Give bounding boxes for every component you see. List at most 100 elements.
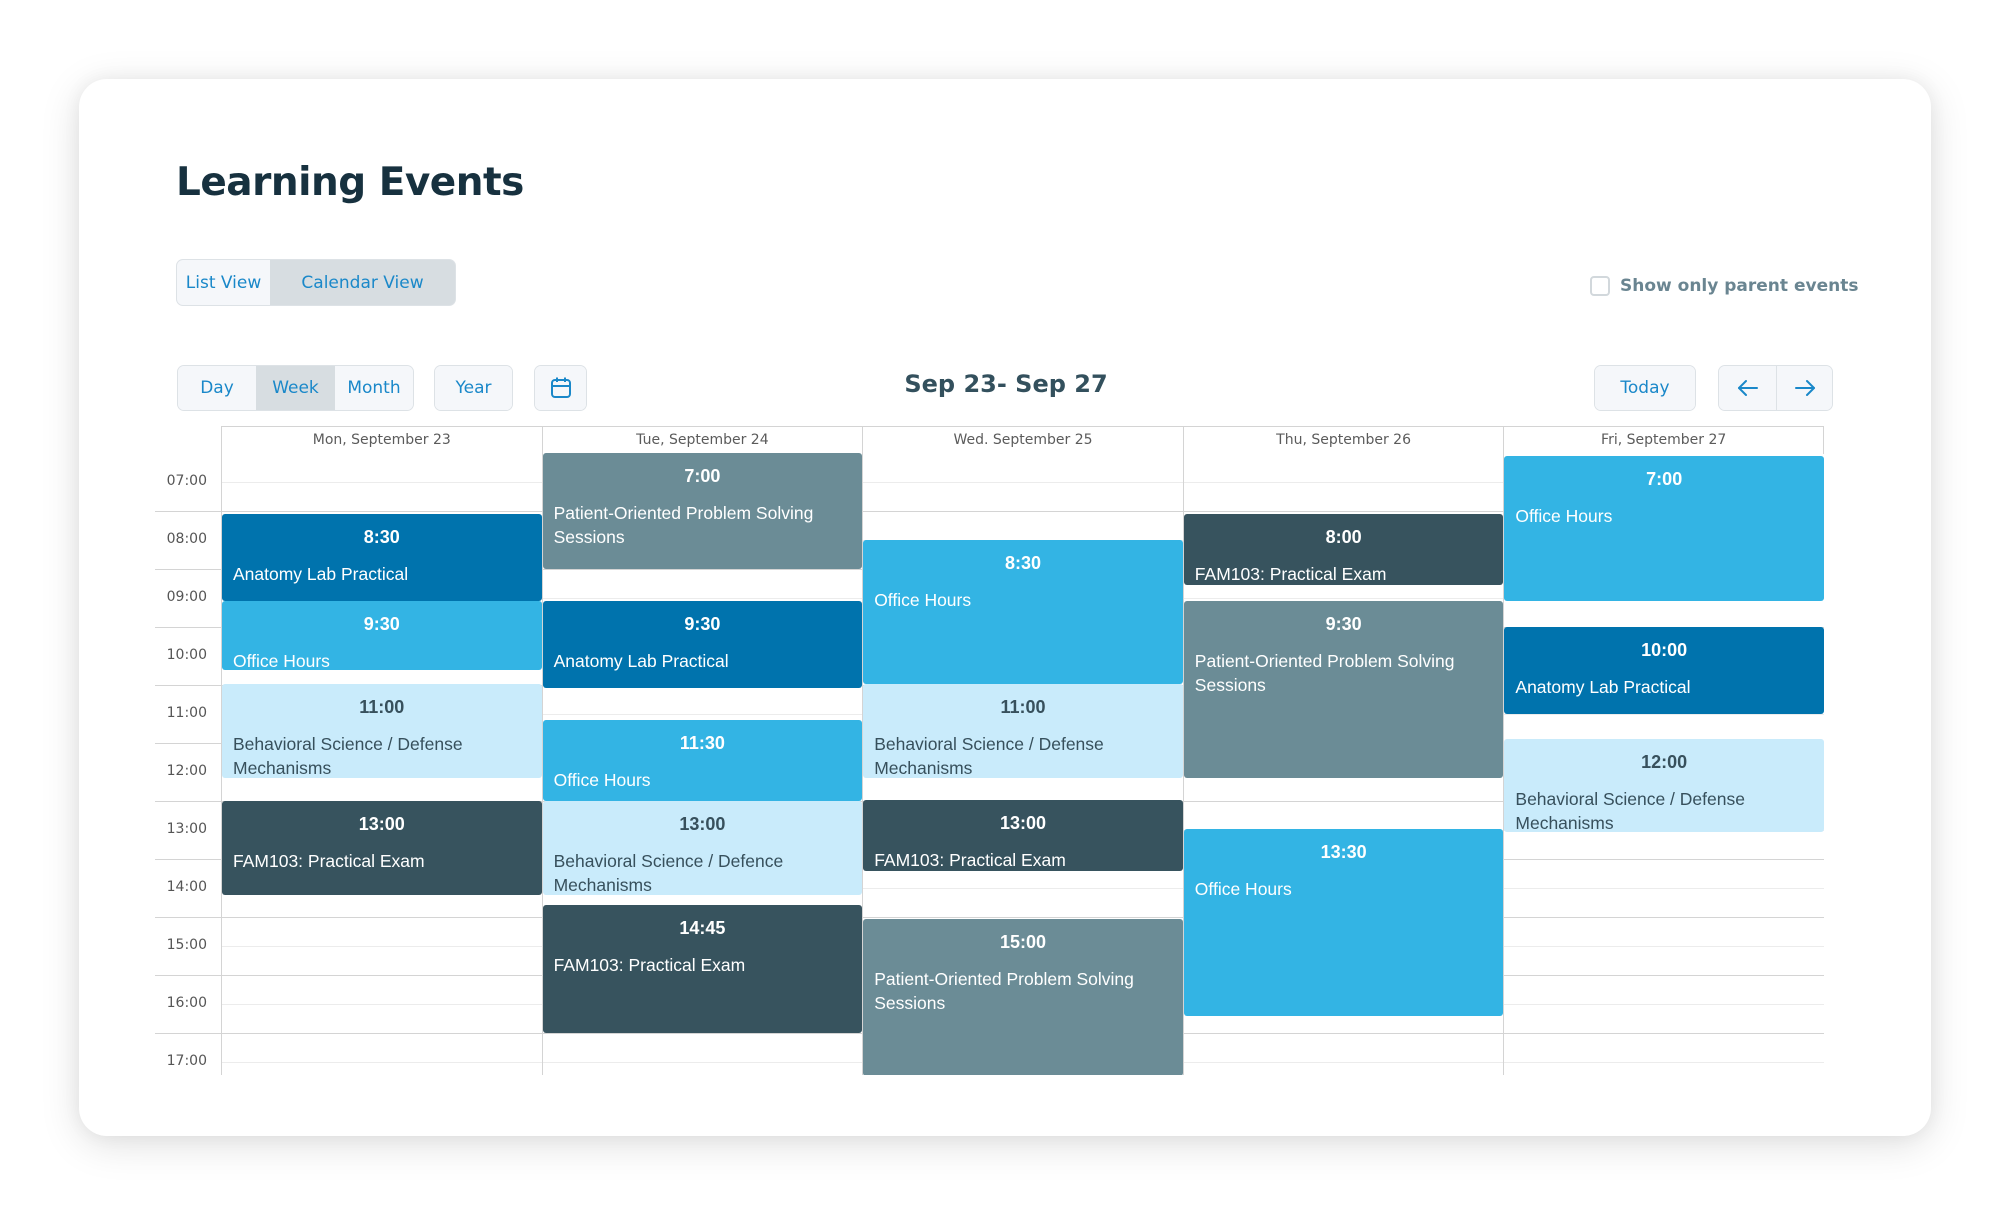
calendar-event[interactable]: 13:00 FAM103: Practical Exam — [222, 801, 542, 895]
event-title: Patient-Oriented Problem Solving Session… — [874, 968, 1134, 1013]
event-title: FAM103: Practical Exam — [553, 955, 746, 976]
today-button[interactable]: Today — [1595, 366, 1695, 410]
event-time: 14:45 — [679, 918, 726, 939]
date-picker-button[interactable] — [535, 366, 586, 410]
event-time: 13:00 — [999, 812, 1046, 833]
event-title: FAM103: Practical Exam — [1194, 563, 1387, 584]
calendar-event[interactable]: 9:30 Office Hours — [222, 600, 542, 671]
calendar-day-headers: Mon, September 23 Tue, September 24 Wed.… — [221, 426, 1824, 454]
calendar-event[interactable]: 12:00 Behavioral Science / Defense Mechan… — [1504, 738, 1824, 833]
today-group: Today — [1594, 365, 1696, 411]
event-time: 8:30 — [1004, 553, 1041, 573]
event-time: 11:30 — [679, 732, 725, 753]
time-label: 14:00 — [166, 879, 207, 895]
event-title: Patient-Oriented Problem Solving Session… — [1194, 650, 1455, 695]
day-header-fri: Fri, September 27 — [1503, 427, 1824, 454]
event-time: 9:30 — [363, 613, 400, 634]
event-time: 8:00 — [1325, 526, 1362, 547]
event-title: Office Hours — [1194, 878, 1292, 899]
day-header-wed: Wed. September 25 — [862, 427, 1183, 454]
time-label: 12:00 — [166, 763, 207, 779]
year-view-group: Year — [434, 365, 513, 411]
hour-line — [155, 917, 1824, 918]
event-title: Anatomy Lab Practical — [233, 563, 409, 584]
page-title: Learning Events — [176, 160, 524, 205]
event-title: Office Hours — [874, 590, 972, 610]
event-time: 13:00 — [358, 814, 405, 834]
day-header-mon: Mon, September 23 — [221, 427, 542, 454]
calendar-event[interactable]: 8:30 Office Hours — [863, 540, 1183, 684]
checkbox-box[interactable] — [1590, 276, 1610, 296]
calendar-grid: 07:00 08:00 09:00 10:00 11:00 12:00 13:00 14:00… — [155, 453, 1824, 1075]
event-time: 7:00 — [684, 466, 721, 486]
calendar-event[interactable]: 11:00 Behavioral Science / Defense Mechan… — [863, 683, 1183, 778]
event-title: Anatomy Lab Practical — [1515, 677, 1691, 697]
view-mode-group: Day Week Month — [177, 365, 414, 411]
calendar-event[interactable]: 15:00 Patient-Oriented Problem Solving Se… — [863, 918, 1183, 1075]
calendar-event[interactable]: 11:30 Office Hours — [542, 719, 863, 801]
week-nav-group — [1718, 365, 1833, 411]
day-header-tue: Tue, September 24 — [541, 427, 863, 454]
week-view-button[interactable]: Week — [256, 366, 335, 410]
time-label: 07:00 — [166, 473, 207, 489]
event-title: Behavioral Science / Defense Mechanisms — [874, 733, 1104, 778]
arrow-left-icon — [1737, 380, 1758, 396]
day-view-button[interactable]: Day — [178, 366, 256, 410]
event-title: FAM103: Practical Exam — [874, 849, 1066, 870]
event-title: Anatomy Lab Practical — [553, 650, 729, 671]
calendar-event[interactable]: 7:00 Patient-Oriented Problem Solving Ses… — [542, 453, 863, 569]
event-time: 7:00 — [1646, 468, 1683, 489]
time-label: 09:00 — [166, 589, 207, 605]
calendar-event[interactable]: 8:00 FAM103: Practical Exam — [1183, 513, 1504, 585]
year-view-button[interactable]: Year — [435, 366, 512, 410]
time-label: 17:00 — [166, 1053, 207, 1069]
event-title: Behavioral Science / Defense Mechanisms — [233, 733, 463, 778]
calendar-event[interactable]: 11:00 Behavioral Science / Defense Mechan… — [222, 683, 542, 778]
event-title: FAM103: Practical Exam — [233, 851, 425, 871]
event-time: 11:00 — [359, 696, 405, 717]
event-title: Office Hours — [553, 769, 651, 790]
event-title: Office Hours — [1515, 505, 1613, 526]
event-time: 9:30 — [684, 613, 721, 634]
event-time: 12:00 — [1641, 751, 1688, 772]
time-label: 11:00 — [166, 705, 207, 721]
event-title: Behavioral Science / Defence Mechanisms — [553, 851, 784, 895]
event-time: 13:00 — [679, 814, 726, 834]
date-range-title: Sep 23- Sep 27 — [904, 370, 1108, 398]
time-label: 10:00 — [166, 647, 207, 663]
event-time: 8:30 — [363, 526, 400, 547]
calendar-event[interactable]: 14:45 FAM103: Practical Exam — [542, 905, 863, 1033]
calendar-event[interactable]: 7:00 Office Hours — [1504, 455, 1824, 601]
calendar-event[interactable]: 13:30 Office Hours — [1183, 828, 1504, 1016]
calendar-event[interactable]: 10:00 Anatomy Lab Practical — [1504, 627, 1824, 714]
month-view-button[interactable]: Month — [335, 366, 413, 410]
event-title: Behavioral Science / Defense Mechanisms — [1515, 788, 1745, 833]
event-time: 9:30 — [1325, 613, 1362, 634]
time-label: 08:00 — [166, 531, 207, 547]
event-time: 10:00 — [1641, 640, 1688, 660]
calendar-view-tab[interactable]: Calendar View — [270, 260, 455, 305]
date-picker-group — [534, 365, 587, 411]
calendar-icon — [550, 377, 571, 398]
event-title: Patient-Oriented Problem Solving Session… — [553, 503, 814, 547]
day-header-thu: Thu, September 26 — [1182, 427, 1504, 454]
calendar-event[interactable]: 8:30 Anatomy Lab Practical — [222, 513, 542, 601]
arrow-right-icon — [1794, 380, 1815, 396]
list-view-tab[interactable]: List View — [177, 260, 270, 305]
calendar-event[interactable]: 13:00 Behavioral Science / Defence Mechan… — [542, 801, 863, 895]
previous-week-button[interactable] — [1719, 366, 1776, 410]
event-title: Office Hours — [233, 650, 330, 671]
next-week-button[interactable] — [1776, 366, 1832, 410]
calendar-event[interactable]: 9:30 Anatomy Lab Practical — [542, 600, 863, 688]
event-time: 13:30 — [1320, 841, 1367, 862]
view-toggle: List View Calendar View — [176, 259, 456, 306]
event-time: 15:00 — [999, 931, 1046, 952]
parent-events-checkbox[interactable]: Show only parent events — [1590, 276, 1858, 296]
time-label: 16:00 — [166, 995, 207, 1011]
calendar-event[interactable]: 9:30 Patient-Oriented Problem Solving Ses… — [1183, 600, 1504, 778]
calendar-event[interactable]: 13:00 FAM103: Practical Exam — [863, 799, 1183, 871]
parent-events-label: Show only parent events — [1620, 276, 1859, 296]
time-label: 13:00 — [166, 821, 207, 837]
time-label: 15:00 — [166, 937, 207, 953]
event-time: 11:00 — [1000, 696, 1046, 717]
